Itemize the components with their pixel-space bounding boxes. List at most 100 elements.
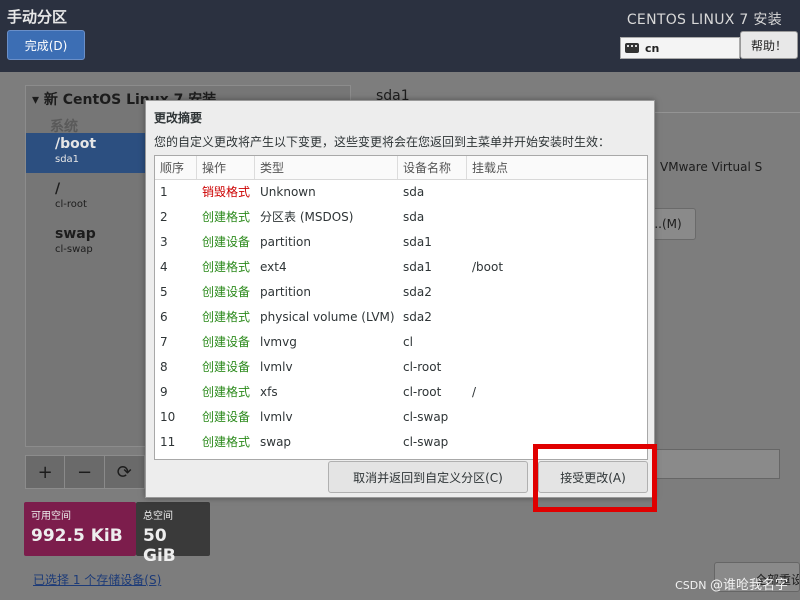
mount-point-root[interactable]: / cl-root [26,178,146,218]
cell-action: 销毁格式 [202,185,251,199]
refresh-icon[interactable]: ⟳ [105,456,144,488]
watermark-author: @谁呛我名字 [709,578,788,593]
column-header-order[interactable]: 顺序 [155,156,197,179]
cancel-return-button[interactable]: 取消并返回到自定义分区(C) [328,461,528,493]
cell-device: cl-root [403,385,442,399]
watermark-prefix: CSDN [675,579,710,592]
cell-action: 创建格式 [202,210,251,224]
cell-device: sda1 [403,235,432,249]
column-header-type[interactable]: 类型 [255,156,398,179]
cell-device: cl-root [403,360,442,374]
keyboard-layout-indicator[interactable]: cn [620,37,740,59]
cell-mount: /boot [472,260,504,274]
mount-point-boot[interactable]: /boot sda1 [26,133,146,173]
mount-point-device: cl-swap [55,244,93,255]
cell-mount: / [472,385,477,399]
mount-point-name: /boot [55,136,97,152]
table-row[interactable]: 5 创建设备 partition sda2 [155,280,647,305]
table-row[interactable]: 3 创建设备 partition sda1 [155,230,647,255]
cell-mount [467,305,647,330]
cell-action: 创建格式 [202,385,251,399]
cell-action: 创建设备 [202,285,251,299]
add-partition-button[interactable]: + [26,456,66,488]
cell-action: 创建设备 [202,410,251,424]
cell-order: 8 [160,360,168,374]
cell-action: 创建设备 [202,235,251,249]
cell-type: swap [260,435,292,449]
cell-type: lvmlv [260,410,293,424]
cell-device: sda2 [403,310,432,324]
dialog-title: 更改摘要 [154,111,203,125]
changes-table: 顺序 操作 类型 设备名称 挂载点 1 销毁格式 Unknown sda 2 创建格式 分区… [154,155,648,460]
product-title: CENTOS LINUX 7 安装 [626,12,782,28]
cell-device: cl-swap [403,435,449,449]
table-row[interactable]: 4 创建格式 ext4 sda1/boot [155,255,647,280]
cell-mount [467,205,647,230]
help-button[interactable]: 帮助！ [740,31,798,59]
cell-device: cl [403,335,413,349]
mount-point-swap[interactable]: swap cl-swap [26,223,146,263]
keyboard-layout-label: cn [645,41,660,55]
cell-action: 创建格式 [202,260,251,274]
cell-type: partition [260,285,311,299]
column-header-mount[interactable]: 挂载点 [467,156,647,179]
column-header-action[interactable]: 操作 [197,156,255,179]
column-header-device[interactable]: 设备名称 [398,156,467,179]
cell-mount [467,280,647,305]
mount-point-name: / [55,181,61,197]
table-row[interactable]: 2 创建格式 分区表 (MSDOS) sda [155,205,647,230]
cell-order: 9 [160,385,168,399]
cell-order: 5 [160,285,168,299]
available-space: 可用空间 992.5 KiB [24,502,136,556]
cell-type: lvmvg [260,335,297,349]
total-space-value: 50 GiB [143,526,176,566]
cell-order: 4 [160,260,168,274]
changes-summary-dialog: 更改摘要 您的自定义更改将产生以下变更，这些变更将会在您返回到主菜单并开始安装时… [145,100,655,498]
cell-action: 创建格式 [202,310,251,324]
cell-type: ext4 [260,260,287,274]
cell-type: partition [260,235,311,249]
cell-order: 10 [160,410,176,424]
total-space: 总空间 50 GiB [136,502,210,566]
storage-devices-link[interactable]: 已选择 1 个存储设备(S) [33,571,161,588]
cell-order: 11 [160,435,176,449]
cell-order: 7 [160,335,168,349]
label-field[interactable] [646,449,780,479]
cell-mount [467,330,647,355]
keyboard-icon [625,43,639,53]
table-row[interactable]: 1 销毁格式 Unknown sda [155,180,647,205]
cell-mount [467,230,647,255]
top-bar: 手动分区 完成(D) CENTOS LINUX 7 安装 cn 帮助！ [0,0,800,72]
cell-device: sda2 [403,285,432,299]
cell-type: physical volume (LVM) [260,310,395,324]
cell-action: 创建格式 [202,435,251,449]
table-row[interactable]: 10 创建设备 lvmlv cl-swap [155,405,647,430]
device-description: VMware Virtual S [660,160,763,174]
done-button[interactable]: 完成(D) [7,30,85,60]
cell-order: 1 [160,185,168,199]
table-header: 顺序 操作 类型 设备名称 挂载点 [155,156,647,180]
mount-point-device: cl-root [55,199,87,210]
cell-order: 2 [160,210,168,224]
cell-order: 3 [160,235,168,249]
cell-device: sda1 [403,260,432,274]
page-title: 手动分区 [7,8,68,26]
cell-type: lvmlv [260,360,293,374]
cell-device: sda [403,210,425,224]
table-row[interactable]: 6 创建格式 physical volume (LVM) sda2 [155,305,647,330]
watermark: CSDN @谁呛我名字 [675,574,788,593]
cell-action: 创建设备 [202,335,251,349]
cell-mount [467,180,647,205]
partition-toolbar: + − ⟳ [25,455,145,489]
mount-point-device: sda1 [55,154,80,165]
table-row[interactable]: 9 创建格式 xfs cl-root / [155,380,647,405]
table-row[interactable]: 8 创建设备 lvmlv cl-root [155,355,647,380]
cell-type: 分区表 (MSDOS) [260,210,354,224]
cell-type: Unknown [260,185,316,199]
total-space-label: 总空间 [143,511,173,522]
mount-point-name: swap [55,226,96,242]
cell-action: 创建设备 [202,360,251,374]
remove-partition-button[interactable]: − [65,456,105,488]
table-row[interactable]: 7 创建设备 lvmvg cl [155,330,647,355]
dialog-description: 您的自定义更改将产生以下变更，这些变更将会在您返回到主菜单并开始安装时生效： [154,135,611,149]
